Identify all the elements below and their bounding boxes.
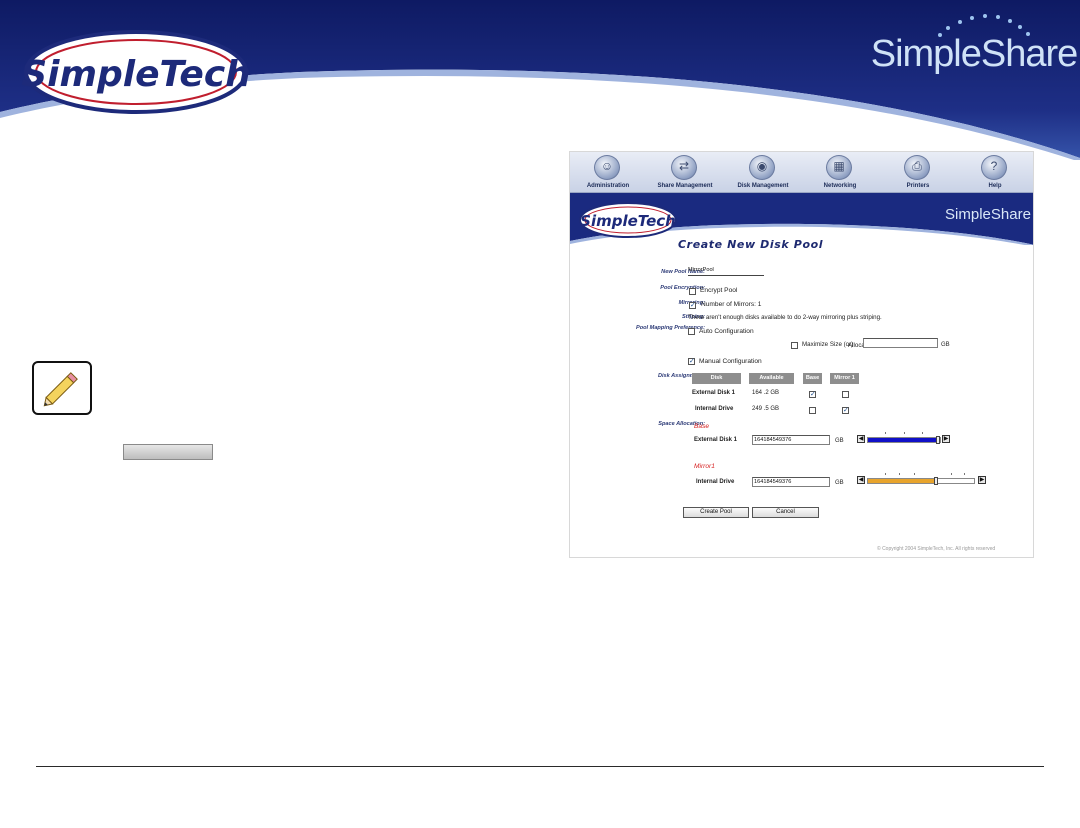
mirror-slider-left-button[interactable]: ◀ — [857, 476, 865, 484]
help-icon: ? — [981, 155, 1007, 180]
inner-simpleshare-logo: SimpleShare — [945, 206, 1031, 223]
nav-networking[interactable]: ▦ Networking — [802, 152, 878, 192]
nav-networking-label: Networking — [823, 183, 857, 189]
nav-help-label: Help — [988, 183, 1002, 189]
base-size-input[interactable]: 164184549376 — [752, 435, 830, 445]
striping-message: There aren't enough disks available to d… — [688, 314, 882, 321]
copyright-text: © Copyright 2004 SimpleTech, Inc. All ri… — [877, 546, 996, 552]
maximize-size-checkbox[interactable] — [791, 342, 798, 349]
nav-printers[interactable]: ⎙ Printers — [880, 152, 956, 192]
col-header-disk: Disk — [692, 373, 741, 384]
auto-configuration-text: Auto Configuration — [699, 328, 754, 335]
grey-placeholder-button[interactable] — [123, 444, 213, 460]
base-size-unit: GB — [835, 438, 844, 444]
cancel-button[interactable]: Cancel — [752, 507, 819, 518]
nav-toolbar: ☺ Administration ⇄ Share Management ◉ Di… — [570, 152, 1033, 193]
row2-available: 249 .5 GB — [752, 406, 780, 412]
admin-icon: ☺ — [594, 155, 620, 180]
nav-help[interactable]: ? Help — [957, 152, 1033, 192]
mirrors-count-text: Number of Mirrors: 1 — [701, 301, 762, 308]
row2-base-checkbox[interactable] — [809, 407, 816, 414]
row1-disk: External Disk 1 — [692, 390, 736, 396]
allocate-unit: GB — [941, 342, 950, 348]
base-heading: Base — [694, 423, 710, 430]
row1-mirror-checkbox[interactable] — [842, 391, 849, 398]
mirror-heading: Mirror1 — [694, 463, 715, 470]
row2-disk: Internal Drive — [695, 406, 734, 412]
base-slider-ticks — [867, 432, 941, 435]
encrypt-pool-checkbox[interactable] — [689, 288, 696, 295]
pencil-note-icon — [32, 361, 92, 415]
mirror-slider-thumb[interactable] — [934, 477, 938, 485]
base-slider-fill — [868, 438, 938, 442]
printer-icon: ⎙ — [904, 155, 930, 180]
simpletech-logo: SimpleTech — [21, 30, 251, 114]
nav-administration[interactable]: ☺ Administration — [570, 152, 646, 192]
row1-available: 164 .2 GB — [752, 390, 780, 396]
base-disk-name: External Disk 1 — [694, 437, 738, 443]
nav-share-management[interactable]: ⇄ Share Management — [647, 152, 723, 192]
col-header-base: Base — [803, 373, 822, 384]
auto-configuration-checkbox[interactable] — [688, 328, 695, 335]
base-slider-left-button[interactable]: ◀ — [857, 435, 865, 443]
page-title: Create New Disk Pool — [678, 238, 824, 251]
manual-configuration-checkbox[interactable]: ✓ — [688, 358, 695, 365]
col-header-available: Available — [749, 373, 794, 384]
simpletech-logo-text: SimpleTech — [21, 54, 251, 95]
base-slider-right-button[interactable]: ▶ — [942, 435, 950, 443]
mirror-slider-right-button[interactable]: ▶ — [978, 476, 986, 484]
nav-share-management-label: Share Management — [657, 183, 713, 189]
header-banner: SimpleTech SimpleShare — [0, 0, 1080, 160]
base-slider-thumb[interactable] — [936, 436, 940, 444]
nav-disk-management[interactable]: ◉ Disk Management — [725, 152, 801, 192]
encrypt-pool-text: Encrypt Pool — [700, 287, 738, 294]
col-header-mirror: Mirror 1 — [830, 373, 859, 384]
manual-configuration-text: Manual Configuration — [699, 358, 762, 365]
mirror-size-input[interactable]: 164184549376 — [752, 477, 830, 487]
pool-name-input[interactable]: MirrorPool — [688, 265, 764, 276]
mirror-slider-ticks — [867, 473, 975, 476]
mirroring-checkbox[interactable]: ✓ — [689, 302, 696, 309]
nav-administration-label: Administration — [586, 183, 630, 189]
base-size-slider[interactable] — [867, 436, 941, 444]
mirror-disk-name: Internal Drive — [696, 479, 735, 485]
simpleshare-logo-text: SimpleShare — [871, 33, 1078, 75]
row2-mirror-checkbox[interactable]: ✓ — [842, 407, 849, 414]
mirror-slider-fill — [868, 479, 936, 483]
nav-disk-management-label: Disk Management — [737, 183, 789, 189]
create-pool-button[interactable]: Create Pool — [683, 507, 749, 518]
allocate-input[interactable] — [863, 338, 938, 348]
disk-icon: ◉ — [749, 155, 775, 180]
footer-divider — [36, 766, 1044, 767]
nav-printers-label: Printers — [906, 183, 930, 189]
maximize-size-text: Maximize Size (or) — [802, 341, 854, 348]
network-icon: ▦ — [826, 155, 852, 180]
pool-encryption-label: Pool Encryption: — [660, 285, 705, 291]
mirror-size-slider[interactable] — [867, 477, 975, 485]
mirror-size-unit: GB — [835, 480, 844, 486]
row1-base-checkbox[interactable]: ✓ — [809, 391, 816, 398]
embedded-screenshot: ☺ Administration ⇄ Share Management ◉ Di… — [569, 151, 1034, 558]
inner-simpletech-logo: SimpleTech — [580, 212, 676, 230]
share-icon: ⇄ — [671, 155, 697, 180]
